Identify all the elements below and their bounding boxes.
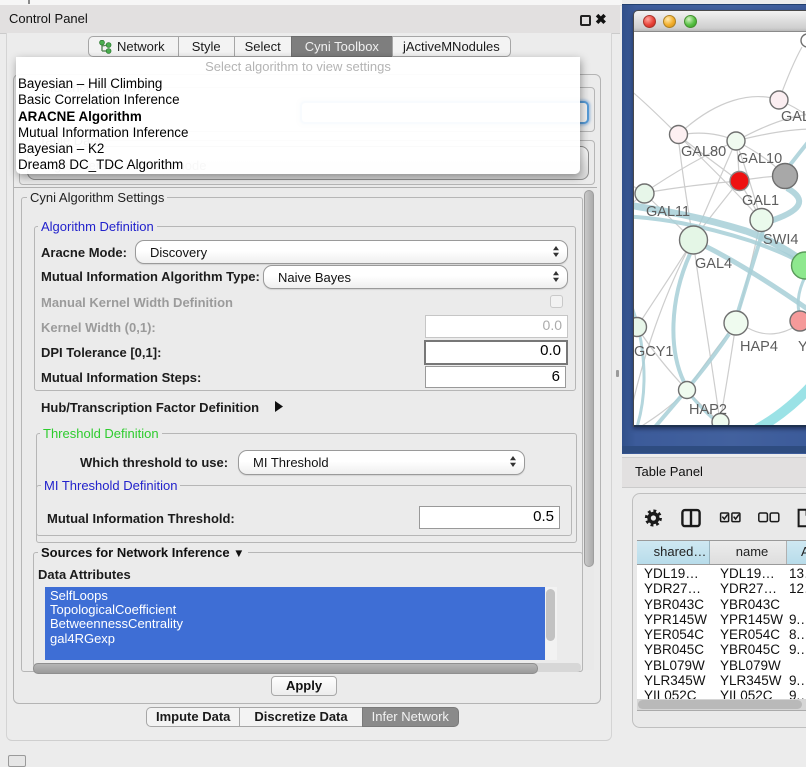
svg-text:GAL10: GAL10	[737, 151, 782, 167]
svg-text:GCY1: GCY1	[634, 344, 674, 360]
svg-text:GAL4: GAL4	[695, 256, 732, 272]
svg-text:SWI4: SWI4	[763, 232, 798, 248]
svg-text:GAL80: GAL80	[681, 144, 726, 160]
svg-text:GAL7: GAL7	[781, 109, 806, 125]
svg-text:Y: Y	[798, 339, 806, 355]
svg-text:GAL1: GAL1	[742, 193, 779, 209]
svg-text:HAP2: HAP2	[689, 402, 727, 418]
svg-text:HAP4: HAP4	[740, 339, 778, 355]
svg-text:GAL11: GAL11	[646, 204, 690, 220]
